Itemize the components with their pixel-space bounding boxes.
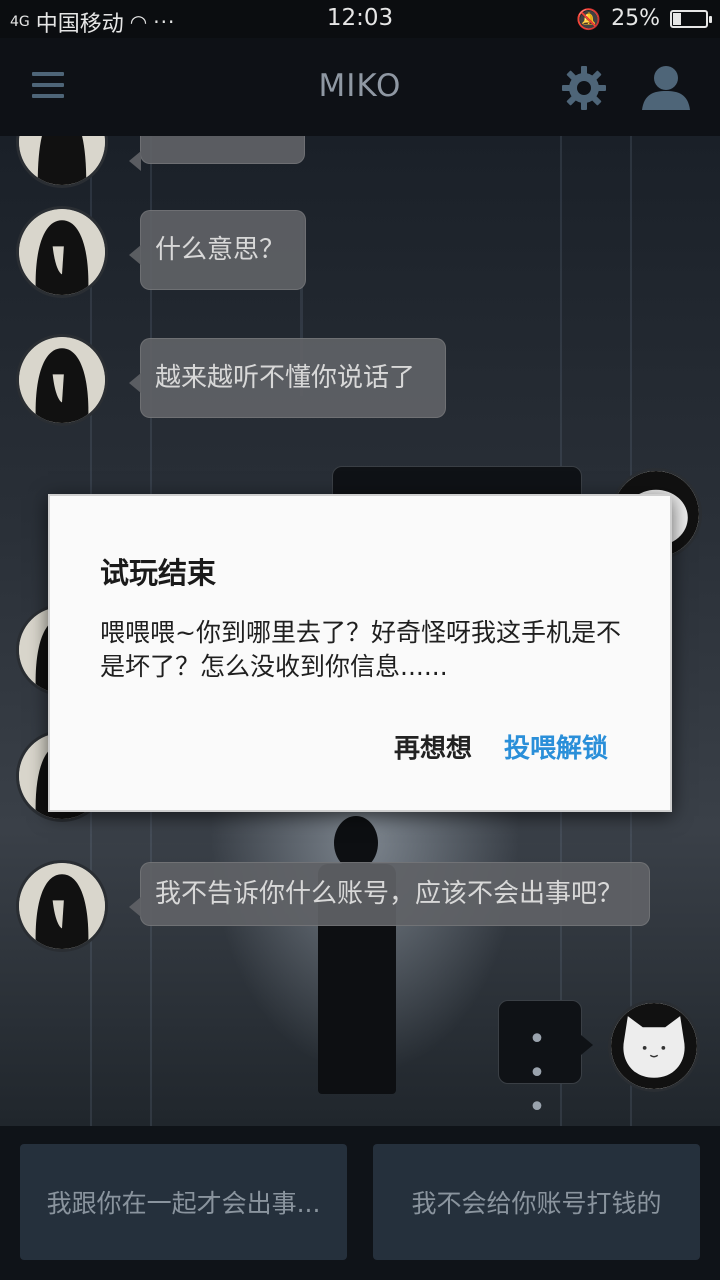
unlock-button[interactable]: 投喂解锁 — [504, 728, 608, 765]
reply-option-button[interactable]: 我跟你在一起才会出事... — [20, 1144, 347, 1260]
battery-icon — [670, 9, 712, 28]
dialog-message: 喂喂喂~你到哪里去了？好奇怪呀我这手机是不是坏了？怎么没收到你信息...... — [100, 618, 621, 681]
typing-indicator: • • • — [498, 1000, 593, 1125]
message-text: 我不告诉你什么账号，应该不会出事吧？ — [155, 879, 624, 909]
battery-fill — [673, 12, 681, 25]
reply-option-label: 我跟你在一起才会出事... — [46, 1189, 321, 1218]
page-title: MIKO — [318, 68, 402, 104]
cat-avatar — [608, 1000, 700, 1092]
status-bar: 4G 中国移动 ◠ ··· 12:03 🔕 25% — [0, 0, 720, 38]
chat-bubble: 我不告诉你什么账号，应该不会出事吧？ — [129, 862, 650, 926]
cancel-button[interactable]: 再想想 — [394, 728, 472, 765]
message-text: 什么意思？ — [155, 235, 286, 265]
reply-options-bar: 我跟你在一起才会出事... 我不会给你账号打钱的 — [0, 1126, 720, 1280]
reply-option-label: 我不会给你账号打钱的 — [411, 1189, 662, 1218]
avatar — [16, 206, 108, 298]
dialog-title: 试玩结束 — [100, 556, 217, 590]
avatar — [16, 860, 108, 952]
avatar — [16, 334, 108, 426]
chat-bubble: 越来越听不懂你说话了 — [129, 338, 446, 418]
reply-option-button[interactable]: 我不会给你账号打钱的 — [373, 1144, 700, 1260]
chat-bubble-partial — [129, 136, 305, 171]
top-nav-bar: MIKO — [0, 38, 720, 136]
mute-bell-icon: 🔕 — [576, 6, 602, 31]
message-text: 越来越听不懂你说话了 — [155, 363, 416, 393]
avatar — [16, 136, 108, 188]
chat-bubble: 什么意思？ — [129, 210, 306, 290]
battery-percent: 25% — [611, 6, 660, 31]
trial-ended-dialog: 试玩结束 喂喂喂~你到哪里去了？好奇怪呀我这手机是不是坏了？怎么没收到你信息..… — [48, 494, 672, 812]
gear-icon[interactable] — [560, 64, 608, 112]
user-profile-icon[interactable] — [640, 64, 692, 112]
